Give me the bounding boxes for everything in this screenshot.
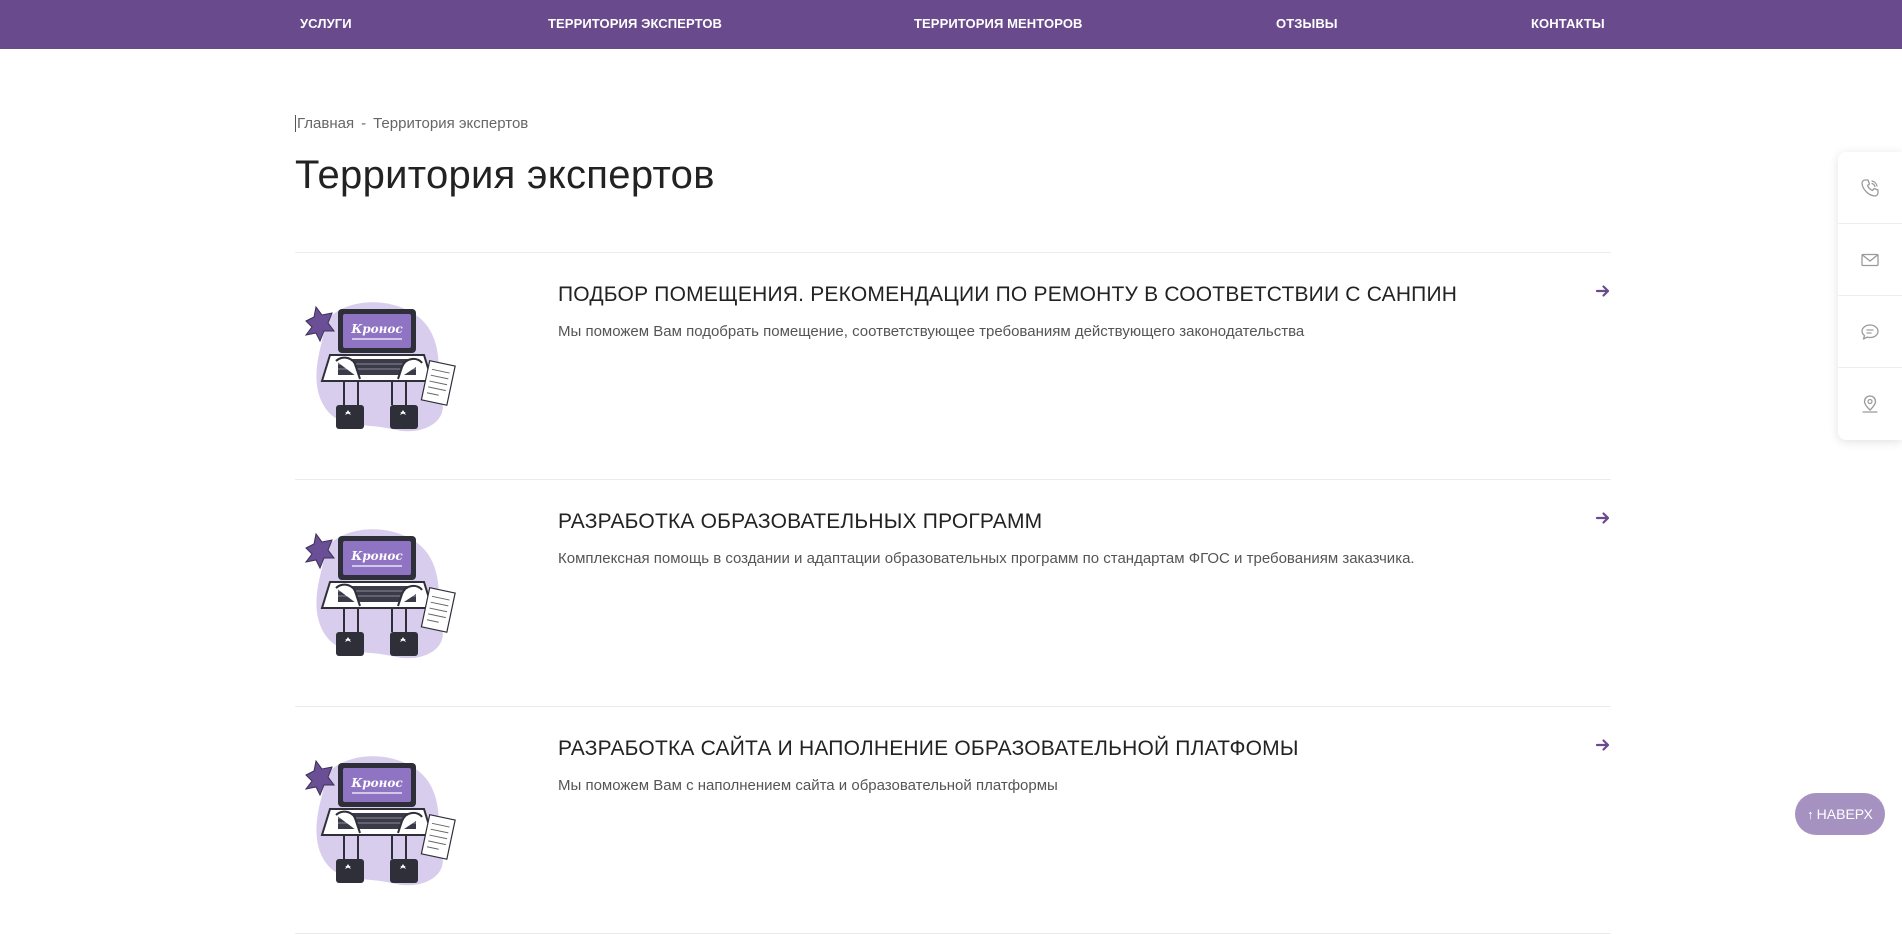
nav-item-experts[interactable]: ТЕРРИТОРИЯ ЭКСПЕРТОВ [548, 0, 722, 49]
page-title: Территория экспертов [295, 153, 715, 197]
service-title[interactable]: ПОДБОР ПОМЕЩЕНИЯ. РЕКОМЕНДАЦИИ ПО РЕМОНТ… [558, 283, 1457, 307]
logo-text: Кронос [350, 322, 403, 336]
arrow-right-icon[interactable] [1595, 283, 1611, 299]
service-description: Мы поможем Вам с наполнением сайта и обр… [558, 777, 1058, 794]
nav-item-reviews[interactable]: ОТЗЫВЫ [1276, 0, 1338, 49]
side-chat-button[interactable] [1838, 296, 1902, 368]
service-description: Комплексная помощь в создании и адаптаци… [558, 550, 1415, 567]
laptop-illustration-image: Кронос [304, 529, 456, 659]
side-mail-button[interactable] [1838, 224, 1902, 296]
laptop-illustration-image: Кронос [304, 756, 456, 886]
top-nav: УСЛУГИ ТЕРРИТОРИЯ ЭКСПЕРТОВ ТЕРРИТОРИЯ М… [0, 0, 1902, 49]
service-item[interactable]: Кронос РАЗРАБОТКА САЙТА И НАПОЛНЕНИЕ ОБР… [295, 707, 1611, 934]
back-to-top-label: НАВЕРХ [1816, 806, 1873, 822]
back-to-top-button[interactable]: ↑ НАВЕРХ [1795, 793, 1885, 835]
breadcrumb: Главная - Территория экспертов [295, 115, 528, 132]
location-icon [1862, 395, 1878, 413]
service-title[interactable]: РАЗРАБОТКА ОБРАЗОВАТЕЛЬНЫХ ПРОГРАММ [558, 510, 1042, 534]
breadcrumb-separator: - [361, 115, 367, 132]
service-item[interactable]: Кронос РАЗРАБОТКА ОБРАЗОВАТЕЛЬНЫХ ПРОГРА… [295, 480, 1611, 707]
arrow-right-icon[interactable] [1595, 737, 1611, 753]
arrow-up-icon: ↑ [1807, 806, 1814, 822]
service-title[interactable]: РАЗРАБОТКА САЙТА И НАПОЛНЕНИЕ ОБРАЗОВАТЕ… [558, 737, 1299, 761]
arrow-right-icon[interactable] [1595, 510, 1611, 526]
laptop-illustration-image: Кронос [304, 302, 456, 432]
divider [295, 933, 1611, 934]
nav-item-mentors[interactable]: ТЕРРИТОРИЯ МЕНТОРОВ [914, 0, 1083, 49]
side-contact-panel [1838, 152, 1902, 440]
chat-icon [1861, 323, 1879, 340]
breadcrumb-current: Территория экспертов [373, 115, 529, 132]
logo-text: Кронос [350, 776, 403, 790]
service-item[interactable]: Кронос ПОДБОР ПОМЕЩЕНИЯ. РЕКОМЕНДАЦИИ ПО… [295, 253, 1611, 480]
logo-text: Кронос [350, 549, 403, 563]
side-phone-button[interactable] [1838, 152, 1902, 224]
service-description: Мы поможем Вам подобрать помещение, соот… [558, 323, 1305, 340]
nav-item-services[interactable]: УСЛУГИ [300, 0, 352, 49]
breadcrumb-home-link[interactable]: Главная [295, 115, 355, 132]
nav-item-contacts[interactable]: КОНТАКТЫ [1531, 0, 1605, 49]
mail-icon [1861, 253, 1879, 266]
phone-icon [1861, 178, 1879, 197]
side-location-button[interactable] [1838, 368, 1902, 440]
